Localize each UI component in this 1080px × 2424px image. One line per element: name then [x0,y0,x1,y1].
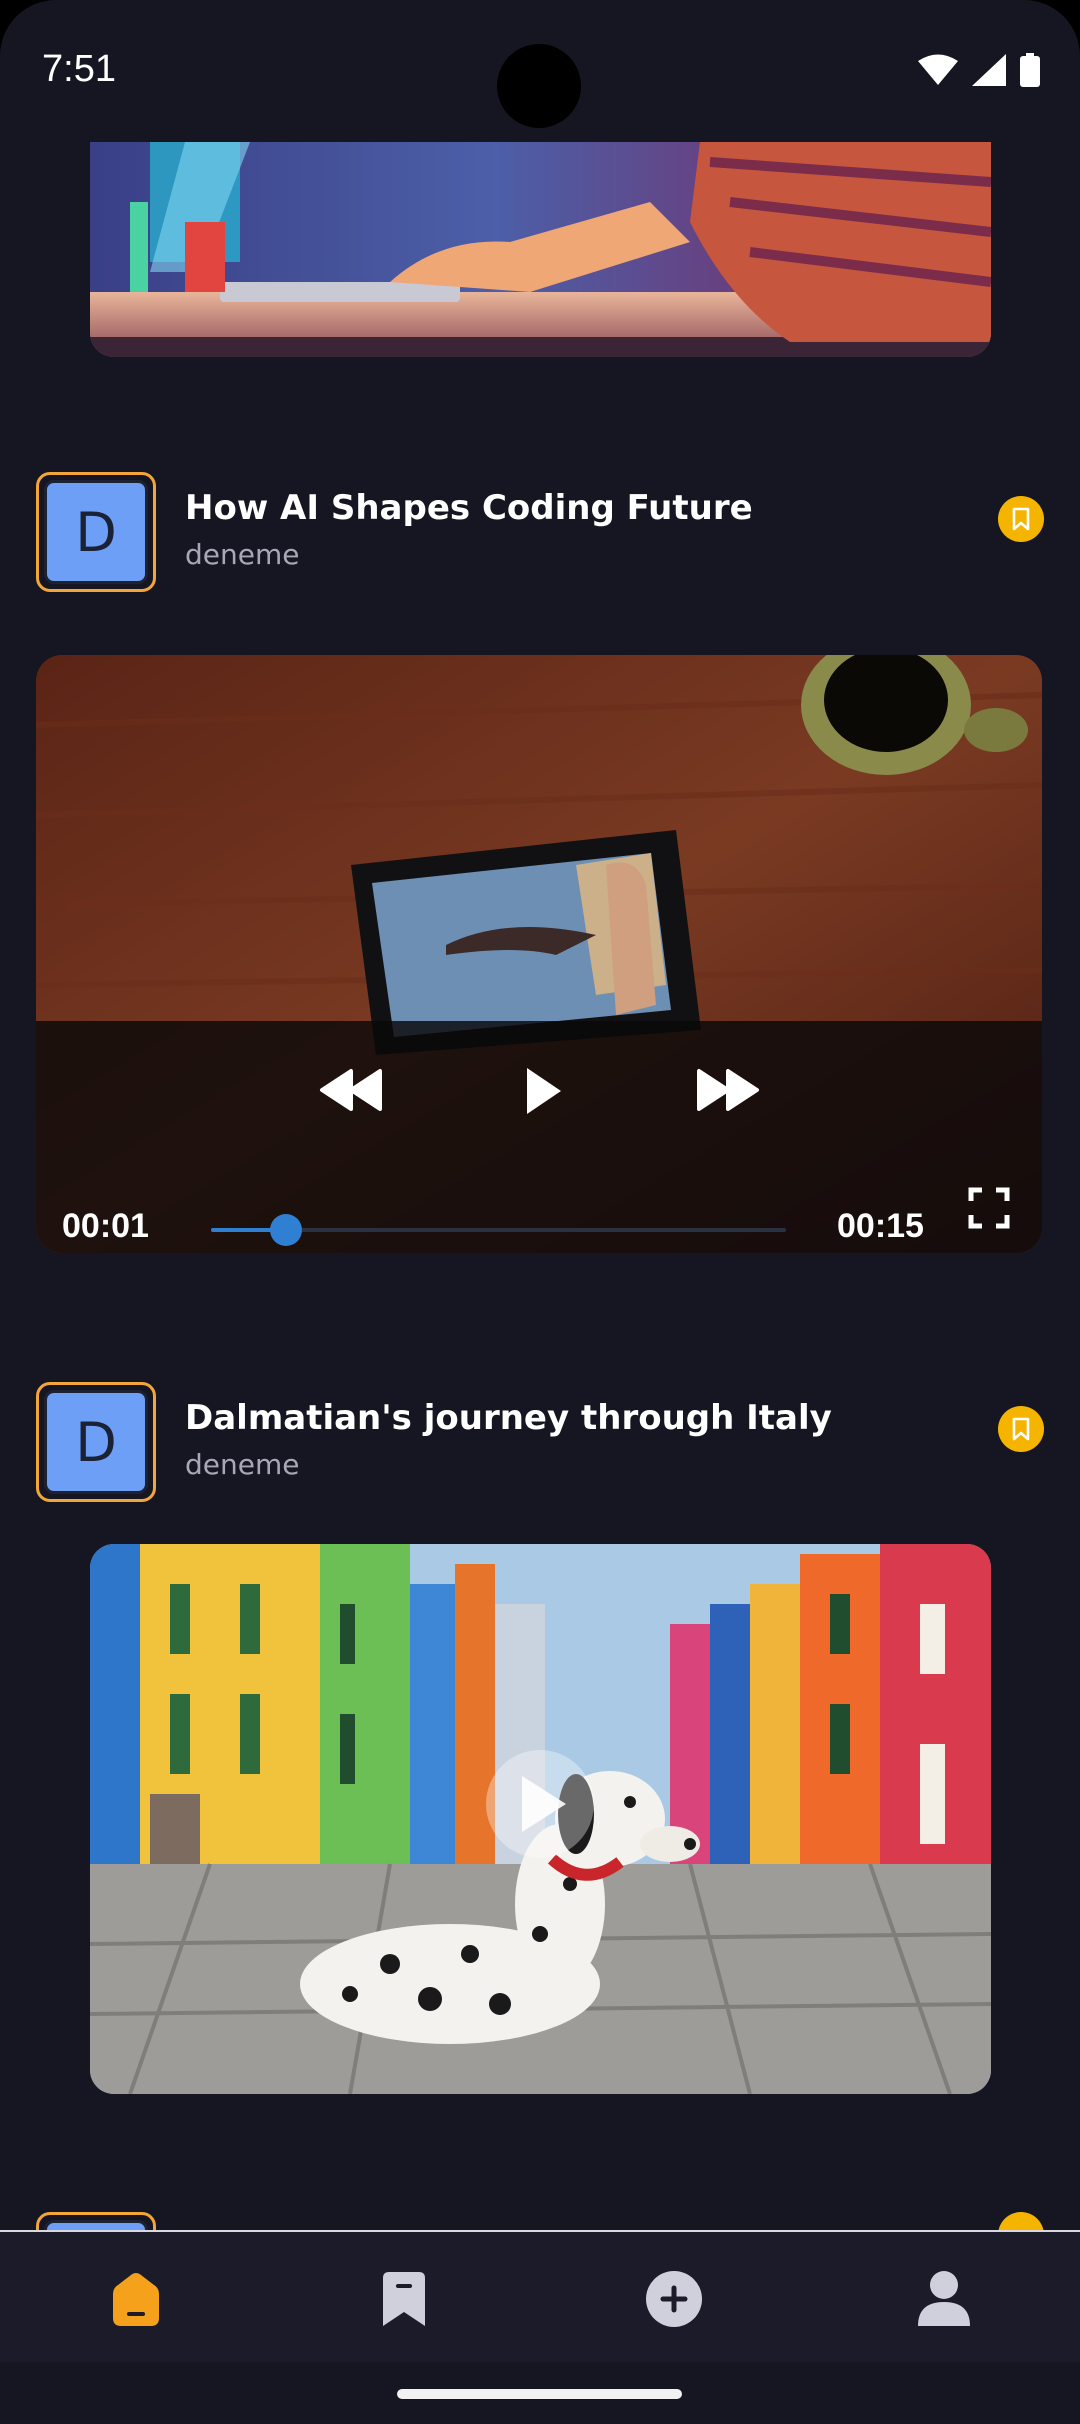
bookmark-icon [383,2272,425,2326]
cellular-signal-icon [972,54,1006,86]
status-icons [918,52,1040,88]
bookmark-button[interactable] [998,1406,1044,1452]
fast-forward-button[interactable] [695,1067,761,1113]
author-avatar[interactable] [36,2212,156,2230]
play-button[interactable] [524,1065,564,1117]
current-time: 00:01 [62,1207,149,1245]
bookmark-icon [1012,1417,1030,1441]
bookmark-button[interactable] [998,496,1044,542]
next-post-header[interactable] [0,2212,1080,2230]
home-gesture-bar[interactable] [397,2389,682,2399]
author-avatar[interactable]: D [36,472,156,592]
bookmark-button[interactable] [998,2212,1044,2230]
status-bar: 7:51 [0,0,1080,140]
nav-create[interactable] [629,2254,719,2344]
post-header[interactable]: D Dalmatian's journey through Italy dene… [0,1382,1080,1506]
video-thumbnail[interactable] [90,1544,991,2094]
camera-cutout [497,44,581,128]
home-icon [113,2273,159,2326]
profile-icon [918,2271,970,2326]
nav-profile[interactable] [899,2254,989,2344]
seek-bar[interactable] [211,1214,786,1246]
app-screen: 7:51 D How AI Shapes Coding Future denem… [0,0,1080,2424]
duration: 00:15 [837,1207,924,1245]
author-avatar[interactable]: D [36,1382,156,1502]
video-player[interactable]: 00:01 00:15 [36,655,1042,1253]
nav-bookmarks[interactable] [359,2254,449,2344]
status-time: 7:51 [42,48,116,90]
battery-icon [1020,53,1040,87]
post-title[interactable]: How AI Shapes Coding Future [185,488,753,528]
seek-bar-thumb[interactable] [269,1214,302,1246]
previous-post-image[interactable] [90,142,991,357]
rewind-button[interactable] [318,1067,384,1113]
nav-home[interactable] [91,2254,181,2344]
add-circle-icon [646,2271,702,2327]
wifi-icon [918,54,958,85]
post-author[interactable]: deneme [185,538,299,571]
post-author[interactable]: deneme [185,1448,299,1481]
post-title[interactable]: Dalmatian's journey through Italy [185,1398,832,1438]
bookmark-icon [1012,507,1030,531]
video-controls: 00:01 00:15 [36,1021,1042,1253]
fullscreen-button[interactable] [968,1187,1010,1229]
bottom-navigation [0,2230,1080,2362]
post-header[interactable]: D How AI Shapes Coding Future deneme [0,472,1080,596]
